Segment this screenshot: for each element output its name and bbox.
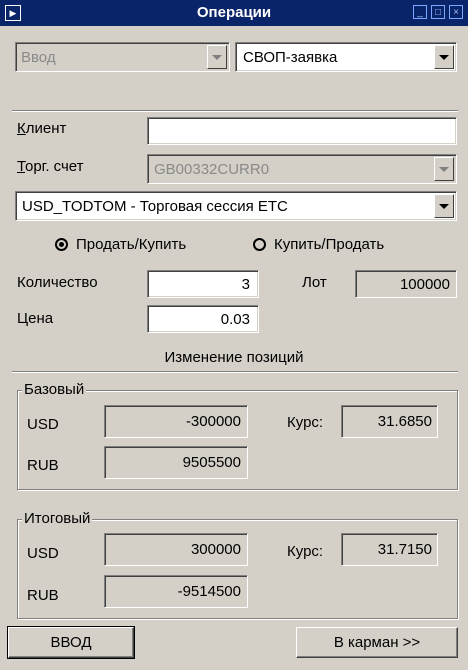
price-label: Цена (17, 310, 54, 327)
pocket-button[interactable]: В карман >> (296, 627, 458, 658)
total-rub-value: -9514500 (177, 583, 241, 600)
client-label-rest: лиент (25, 120, 67, 137)
base-rate-field: 31.6850 (341, 405, 438, 438)
client-input[interactable] (147, 117, 457, 145)
close-icon[interactable]: × (449, 5, 463, 19)
account-dropdown-button (434, 157, 454, 181)
radio-sell-buy-label: Продать/Купить (76, 236, 187, 253)
chevron-down-icon (439, 166, 449, 172)
mode-dropdown-button (207, 45, 227, 69)
account-select: GB00332CURR0 (147, 154, 457, 184)
lot-value: 100000 (399, 275, 450, 293)
account-value: GB00332CURR0 (154, 160, 270, 178)
chevron-down-icon (439, 54, 449, 60)
base-usd-label: USD (27, 416, 59, 433)
instrument-select[interactable]: USD_TODTOM - Торговая сессия ETC (15, 191, 457, 221)
total-usd-value: 300000 (190, 541, 241, 558)
total-usd-field: 300000 (104, 533, 248, 566)
base-rub-value: 9505500 (182, 454, 241, 471)
top-divider (12, 110, 458, 112)
position-change-heading: Изменение позиций (164, 349, 304, 366)
base-group-title: Базовый (22, 381, 87, 398)
total-rate-value: 31.7150 (377, 541, 432, 558)
total-usd-label: USD (27, 545, 59, 562)
base-rub-label: RUB (27, 457, 59, 474)
base-rub-field: 9505500 (104, 446, 248, 479)
quantity-label: Количество (17, 274, 98, 291)
radio-unselected-icon[interactable] (253, 238, 266, 251)
base-rate-label: Курс: (287, 414, 324, 431)
enter-button[interactable]: ВВОД (7, 626, 135, 659)
order-type-select[interactable]: СВОП-заявка (235, 42, 457, 72)
order-type-value: СВОП-заявка (243, 48, 338, 66)
position-divider (12, 371, 458, 373)
base-usd-field: -300000 (104, 405, 248, 438)
lot-label: Лот (302, 274, 327, 291)
order-type-dropdown-button[interactable] (434, 45, 454, 69)
chevron-down-icon (439, 203, 449, 209)
account-label: Торг. счет (17, 158, 84, 175)
price-value: 0.03 (220, 310, 250, 328)
instrument-value: USD_TODTOM - Торговая сессия ETC (22, 197, 288, 215)
base-rate-value: 31.6850 (377, 413, 432, 430)
client-label: Клиент (17, 120, 67, 137)
lot-field: 100000 (355, 270, 457, 298)
radio-buy-sell-label: Купить/Продать (274, 236, 385, 253)
total-rub-field: -9514500 (104, 575, 248, 608)
radio-buy-sell[interactable]: Купить/Продать (253, 236, 384, 253)
total-rate-label: Курс: (287, 543, 324, 560)
total-rate-field: 31.7150 (341, 533, 438, 566)
total-group-title: Итоговый (22, 510, 93, 527)
radio-sell-buy[interactable]: Продать/Купить (55, 236, 186, 253)
chevron-down-icon (212, 54, 222, 60)
total-rub-label: RUB (27, 587, 59, 604)
mode-select-value: Ввод (21, 48, 56, 66)
quantity-input[interactable]: 3 (147, 270, 259, 298)
minimize-icon[interactable]: _ (413, 5, 427, 19)
price-input[interactable]: 0.03 (147, 305, 259, 333)
quantity-value: 3 (241, 275, 250, 293)
base-usd-value: -300000 (185, 413, 241, 430)
mode-select: Ввод (15, 42, 230, 72)
radio-selected-icon[interactable] (55, 238, 68, 251)
maximize-icon[interactable]: □ (431, 5, 445, 19)
window-title: Операции (196, 4, 272, 21)
title-bar[interactable]: ▶ Операции _ □ × (0, 0, 468, 26)
instrument-dropdown-button[interactable] (434, 194, 454, 218)
